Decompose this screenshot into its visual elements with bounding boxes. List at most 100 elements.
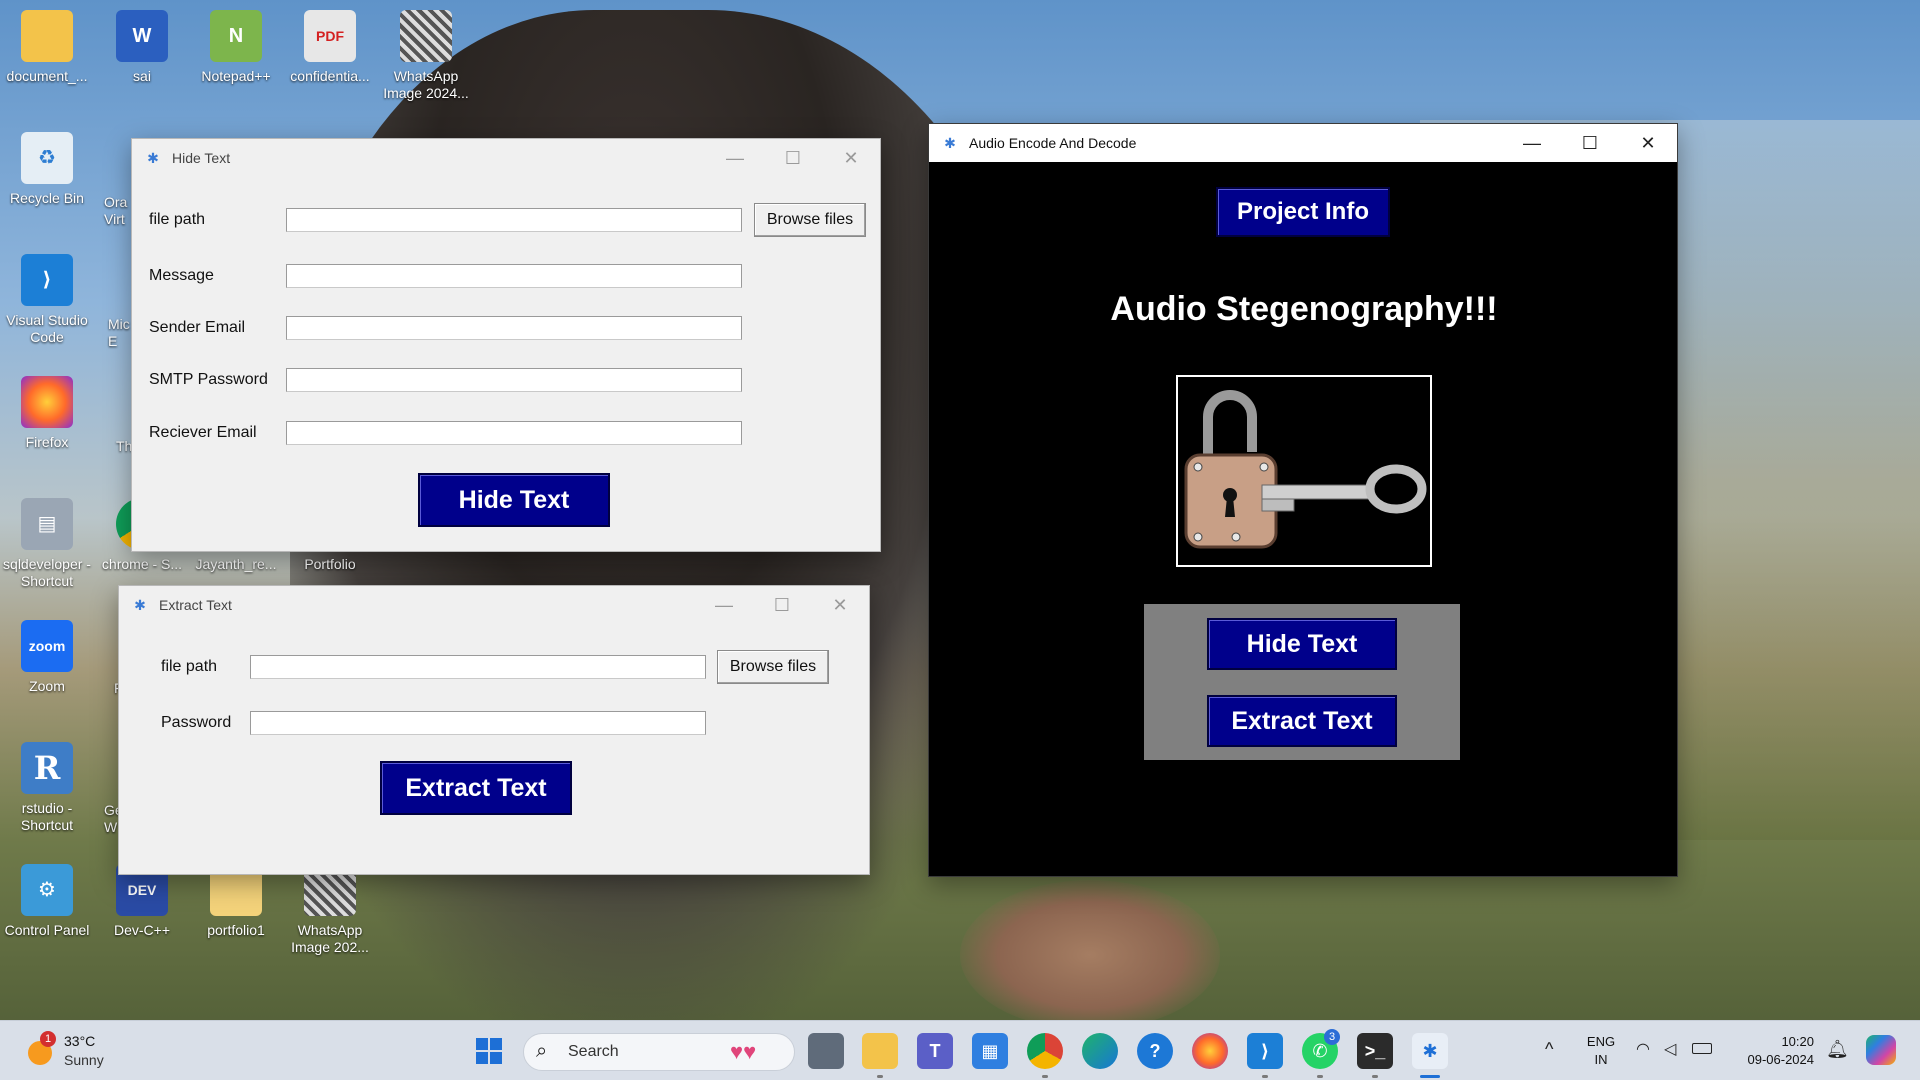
task-view-icon[interactable] — [808, 1033, 844, 1069]
minimize-button[interactable]: — — [695, 586, 753, 624]
desktop-icon-whatsapp-image-2[interactable]: WhatsApp Image 202... — [282, 864, 378, 956]
file-path-label: file path — [149, 211, 206, 228]
language-code: ENG — [1586, 1034, 1616, 1049]
close-button[interactable]: ✕ — [822, 139, 880, 177]
desktop-icon-label: Portfolio — [304, 556, 356, 572]
audio-encode-decode-window: ✱ Audio Encode And Decode — ☐ ✕ Project … — [928, 123, 1678, 877]
window-title: Hide Text — [172, 150, 231, 166]
qr-image-icon — [400, 10, 452, 62]
taskbar-search[interactable]: ⌕ Search ♥♥ — [523, 1033, 795, 1071]
password-input[interactable] — [250, 711, 706, 735]
extract-text-submit-button[interactable]: Extract Text — [380, 761, 572, 815]
smtp-password-input[interactable] — [286, 368, 742, 392]
window-title: Audio Encode And Decode — [969, 135, 1137, 151]
desktop-icon-firefox[interactable]: Firefox — [0, 376, 95, 451]
whatsapp-badge: 3 — [1324, 1029, 1340, 1045]
desktop-icon-vscode[interactable]: ⟩ Visual Studio Code — [0, 254, 95, 346]
extract-window-titlebar[interactable]: ✱ Extract Text — ☐ ✕ — [119, 586, 869, 624]
python-app-icon[interactable]: ✱ — [1412, 1033, 1448, 1069]
desktop-icon-recycle-bin[interactable]: ♻ Recycle Bin — [0, 132, 95, 207]
close-button[interactable]: ✕ — [1619, 124, 1677, 162]
close-button[interactable]: ✕ — [811, 586, 869, 624]
maximize-button[interactable]: ☐ — [753, 586, 811, 624]
desktop-icon-document-folder[interactable]: document_... — [0, 10, 95, 85]
sqldeveloper-icon: ▤ — [21, 498, 73, 550]
minimize-button[interactable]: — — [706, 139, 764, 177]
desktop-icon-portfolio1[interactable]: portfolio1 — [188, 864, 284, 939]
desktop-icon-label: WhatsApp Image 202... — [291, 922, 369, 955]
clock[interactable]: 10:20 09-06-2024 — [1726, 1033, 1815, 1069]
firefox-icon[interactable] — [1192, 1033, 1228, 1069]
language-indicator[interactable]: ENG IN — [1586, 1033, 1616, 1069]
extract-text-window: ✱ Extract Text — ☐ ✕ file path Browse fi… — [118, 585, 870, 875]
maximize-button[interactable]: ☐ — [764, 139, 822, 177]
help-icon[interactable]: ? — [1137, 1033, 1173, 1069]
browse-files-button[interactable]: Browse files — [754, 203, 866, 237]
vscode-icon[interactable]: ⟩ — [1247, 1033, 1283, 1069]
chrome-icon[interactable] — [1027, 1033, 1063, 1069]
word-document-icon: W — [116, 10, 168, 62]
desktop-icon-label: portfolio1 — [207, 922, 265, 938]
desktop-icon-control-panel[interactable]: ⚙ Control Panel — [0, 864, 95, 939]
hide-text-submit-button[interactable]: Hide Text — [418, 473, 610, 527]
desktop-icon-notepad-plus-plus[interactable]: N Notepad++ — [188, 10, 284, 85]
search-placeholder: Search — [568, 1043, 619, 1060]
file-explorer-icon[interactable] — [862, 1033, 898, 1069]
weather-widget[interactable]: 1 33°C Sunny — [22, 1031, 132, 1071]
volume-icon[interactable]: ◁ — [1664, 1039, 1676, 1059]
clock-date: 09-06-2024 — [1747, 1052, 1815, 1067]
maximize-button[interactable]: ☐ — [1561, 124, 1619, 162]
hide-text-window: ✱ Hide Text — ☐ ✕ file path Browse files… — [131, 138, 881, 552]
feather-app-icon: ✱ — [944, 134, 956, 151]
window-title: Extract Text — [159, 597, 232, 613]
desktop-icon-label: rstudio - Shortcut — [20, 800, 74, 833]
desktop-icon-dev-cpp[interactable]: DEV Dev-C++ — [94, 864, 190, 939]
desktop-icon-label: sqldeveloper - Shortcut — [3, 556, 91, 589]
main-window-titlebar[interactable]: ✱ Audio Encode And Decode — ☐ ✕ — [929, 124, 1677, 162]
minimize-button[interactable]: — — [1503, 124, 1561, 162]
desktop-icon-label: Jayanth_re... — [195, 556, 277, 572]
weather-desc: Sunny — [64, 1052, 104, 1068]
file-path-input[interactable] — [286, 208, 742, 232]
microsoft-store-icon[interactable]: ▦ — [972, 1033, 1008, 1069]
notification-bell-icon[interactable]: 🔔︎ — [1826, 1039, 1849, 1060]
active-app-indicator — [1420, 1075, 1440, 1078]
teams-icon[interactable]: T — [917, 1033, 953, 1069]
desktop-icon-label: sai — [133, 68, 151, 84]
edge-icon[interactable] — [1082, 1033, 1118, 1069]
weather-temp: 33°C — [64, 1033, 96, 1049]
firefox-icon — [21, 376, 73, 428]
desktop-icon-label: Zoom — [29, 678, 65, 694]
sender-email-input[interactable] — [286, 316, 742, 340]
padlock-key-icon — [1184, 390, 1427, 549]
tray-overflow-chevron-icon[interactable]: ^ — [1545, 1039, 1553, 1060]
battery-icon[interactable] — [1692, 1043, 1712, 1054]
pdf-icon: PDF — [304, 10, 356, 62]
extract-text-button[interactable]: Extract Text — [1207, 695, 1397, 747]
desktop-icon-partial-oracle[interactable]: Ora Virt — [104, 194, 134, 228]
taskbar: 1 33°C Sunny ⌕ Search ♥♥ T ▦ ? ⟩ ✆ 3 >_ … — [0, 1020, 1920, 1080]
region-code: IN — [1594, 1052, 1608, 1067]
file-path-input[interactable] — [250, 655, 706, 679]
copilot-icon[interactable] — [1866, 1035, 1896, 1065]
desktop-icon-rstudio[interactable]: R rstudio - Shortcut — [0, 742, 95, 834]
desktop-icon-whatsapp-image-1[interactable]: WhatsApp Image 2024... — [378, 10, 474, 102]
wifi-icon[interactable]: ◠ — [1636, 1039, 1650, 1059]
receiver-email-input[interactable] — [286, 421, 742, 445]
project-info-button[interactable]: Project Info — [1216, 187, 1390, 237]
wallpaper-hand — [960, 880, 1220, 1030]
hide-text-button[interactable]: Hide Text — [1207, 618, 1397, 670]
smtp-password-label: SMTP Password — [149, 371, 268, 388]
folder-icon — [21, 10, 73, 62]
hide-window-titlebar[interactable]: ✱ Hide Text — ☐ ✕ — [132, 139, 880, 177]
start-icon[interactable] — [471, 1033, 507, 1069]
message-input[interactable] — [286, 264, 742, 288]
terminal-icon[interactable]: >_ — [1357, 1033, 1393, 1069]
desktop-icon-sqldeveloper[interactable]: ▤ sqldeveloper - Shortcut — [0, 498, 95, 590]
desktop-icon-zoom[interactable]: zoom Zoom — [0, 620, 95, 695]
desktop-icon-confidential-pdf[interactable]: PDF confidentia... — [282, 10, 378, 85]
desktop-icon-sai[interactable]: W sai — [94, 10, 190, 85]
browse-files-button[interactable]: Browse files — [717, 650, 829, 684]
running-indicator — [1042, 1075, 1048, 1078]
padlock-key-image — [1176, 375, 1432, 567]
